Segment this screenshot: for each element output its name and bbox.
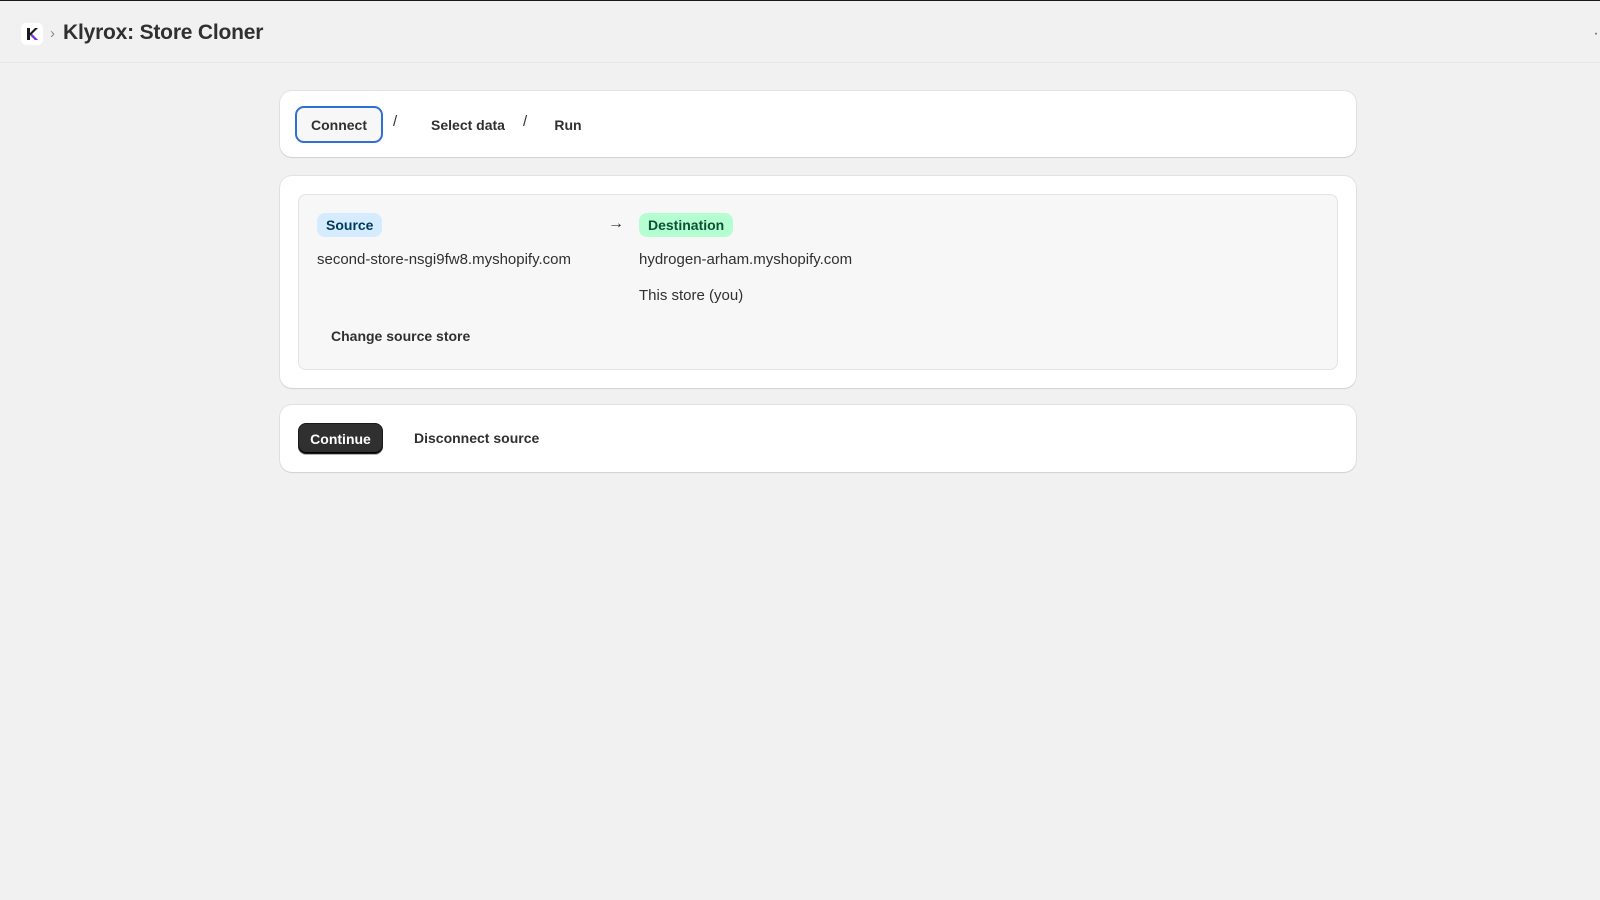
source-store-domain: second-store-nsgi9fw8.myshopify.com [317,251,571,268]
step-run[interactable]: Run [548,106,588,143]
source-badge: Source [317,213,383,237]
continue-button[interactable]: Continue [298,423,383,454]
stepper-card: Connect / Select data / Run [280,91,1356,157]
actions-card: Continue Disconnect source [280,405,1356,472]
destination-store-note: This store (you) [639,287,744,304]
step-connect[interactable]: Connect [295,106,383,143]
disconnect-source-button[interactable]: Disconnect source [414,430,539,446]
step-separator: / [523,113,528,130]
change-source-store-button[interactable]: Change source store [331,328,470,344]
connection-card: Source → Destination second-store-nsgi9f… [280,176,1356,388]
app-header: › Klyrox: Store Cloner ·· [0,1,1600,63]
more-horizontal-icon[interactable]: ·· [1593,25,1600,43]
breadcrumb-chevron-icon: › [50,25,55,42]
app-logo-icon[interactable] [21,23,43,45]
connection-panel: Source → Destination second-store-nsgi9f… [298,194,1338,370]
step-separator: / [393,113,398,130]
destination-store-domain: hydrogen-arham.myshopify.com [639,251,853,268]
arrow-right-icon: → [608,215,624,232]
page-title: Klyrox: Store Cloner [63,21,264,44]
destination-badge: Destination [639,213,734,237]
step-select-data[interactable]: Select data [418,106,518,143]
